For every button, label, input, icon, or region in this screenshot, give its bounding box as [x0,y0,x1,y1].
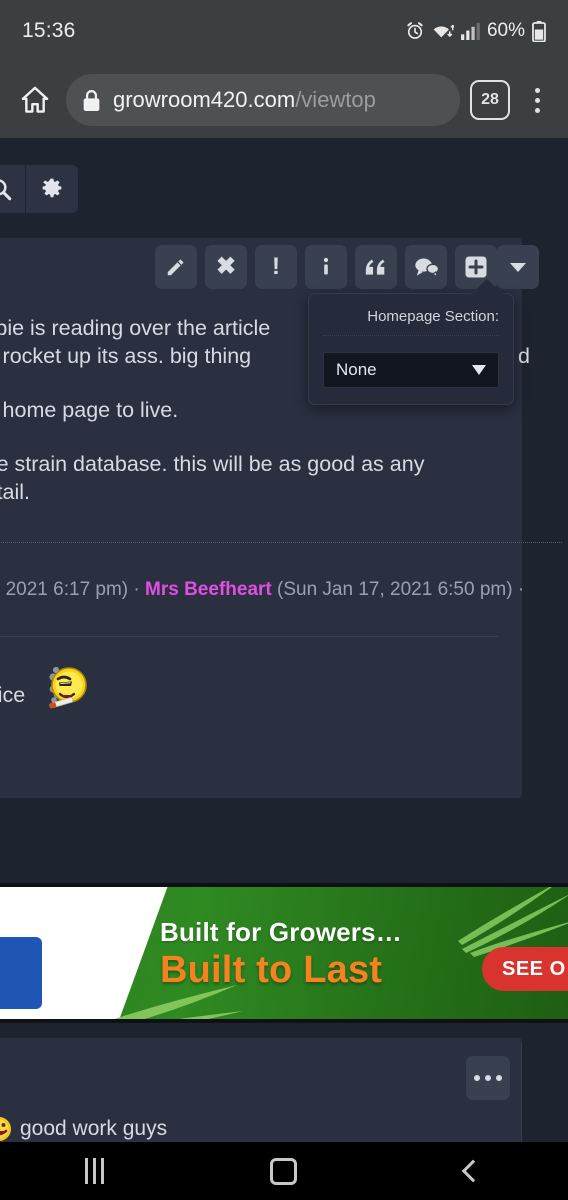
info-icon [323,257,329,275]
overflow-menu-icon[interactable] [520,79,554,121]
ad-product-image [0,937,42,1009]
content-right-edge [521,1043,522,1142]
status-clock: 15:36 [22,19,76,42]
signal-icon [461,22,480,40]
speech-bubble-icon [414,258,439,278]
post-line: est detail. [0,480,31,504]
post-options-button[interactable] [466,1056,510,1100]
url-path: /viewtop [295,87,376,112]
meta-divider [0,542,562,543]
post-line: d in the strain database. this will be a… [0,452,425,476]
home-icon[interactable] [14,79,56,121]
post-line-tail: d [518,344,530,368]
report-post-button[interactable]: ! [255,245,297,289]
search-icon [0,179,11,201]
chevron-down-icon [472,365,486,375]
alarm-icon [407,22,423,39]
smoking-smiley-emoticon [49,666,88,709]
ad-headline: Built for Growers… [160,917,402,947]
gear-icon [42,178,62,198]
ad-banner[interactable]: Built for Growers… Built to Last SEE O [0,883,568,1023]
address-bar[interactable]: growroom420.com/viewtop [66,74,460,126]
battery-percent: 60% [486,20,525,41]
home-nav-icon [270,1157,298,1185]
status-icons: 60% [405,20,546,42]
tab-counter-button[interactable]: 28 [470,80,510,120]
ad-cta-button[interactable]: SEE O [482,947,568,991]
back-icon [461,1159,485,1183]
post-meta-line: Jan 17, 2021 6:17 pm) · Mrs Beefheart (S… [0,579,524,601]
username-link[interactable]: Mrs Beefheart [145,579,272,600]
chevron-down-icon [510,262,526,272]
home-button[interactable] [224,1142,344,1200]
settings-button[interactable] [26,165,78,213]
url-text: growroom420.com/viewtop [113,87,376,113]
ad-subhead: Built to Last [160,949,383,991]
ad-content: Built for Growers… Built to Last SEE O [0,887,568,1019]
reply-button[interactable] [405,245,447,289]
quote-icon [365,259,385,275]
smiley-emoticon [0,1117,11,1141]
recents-button[interactable] [35,1142,155,1200]
info-button[interactable] [305,245,347,289]
url-domain: growroom420.com [113,87,296,112]
homepage-section-select[interactable]: None [323,352,499,388]
plus-icon [465,256,487,278]
search-button[interactable] [0,165,26,213]
edit-post-button[interactable] [155,245,197,289]
delete-post-button[interactable]: ✖ [205,245,247,289]
site-toolbar [0,165,78,213]
quote-button[interactable] [355,245,397,289]
edit-icon [167,259,184,276]
recents-icon [85,1158,105,1184]
lock-icon [83,89,100,111]
meta-date-first: Jan 17, 2021 6:17 pm) · [0,579,140,600]
post2-text-row: good work guys [0,1116,167,1142]
select-value: None [336,360,377,379]
status-bar: 15:36 60% [0,0,568,62]
popup-title: Homepage Section: [323,308,499,336]
signature-row: o be nice [0,656,91,718]
signature-text: o be nice [0,683,26,707]
battery-icon [532,20,546,42]
web-page-viewport[interactable]: ✖ ! Homepage Section: None pie is readin… [0,138,568,1142]
browser-toolbar: growroom420.com/viewtop 28 [0,62,568,138]
meta-date-last: (Sun Jan 17, 2021 6:50 pm) · [271,579,525,600]
back-button[interactable] [413,1142,533,1200]
signature-divider [0,636,498,637]
post2-text: good work guys [20,1117,168,1140]
wifi-icon [433,24,454,38]
popup-arrow [469,279,505,296]
phone-screen: 15:36 60% growroom420.com/viewtop 28 ✖ !… [0,0,568,1200]
homepage-section-popup: Homepage Section: None [308,293,514,405]
android-nav-bar [0,1142,568,1200]
